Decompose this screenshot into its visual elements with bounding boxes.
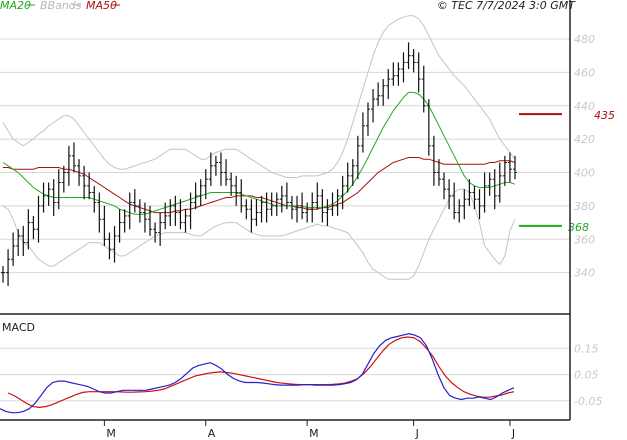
source-credit: © TEC 7/7/2024 3:0 GMT (437, 0, 576, 12)
price-y-tick: 480 (574, 33, 595, 46)
x-tick-label: A (208, 427, 216, 440)
macd-title: MACD (2, 321, 35, 334)
macd-y-tick: -0.05 (574, 395, 602, 408)
macd-y-tick: 0.05 (574, 369, 599, 382)
x-tick-label: M (309, 427, 319, 440)
chart-background (0, 0, 627, 440)
legend: MA20 BBands MA50 (0, 0, 120, 12)
price-y-tick: 440 (574, 100, 595, 113)
support-label: 368 (568, 221, 589, 234)
price-y-tick: 400 (574, 167, 595, 180)
price-y-tick: 460 (574, 66, 595, 79)
resistance-label: 435 (594, 109, 615, 122)
price-y-tick: 420 (574, 133, 595, 146)
price-y-tick: 360 (574, 233, 595, 246)
x-tick-label: J (415, 427, 419, 440)
price-y-tick: 380 (574, 200, 595, 213)
legend-ma50: MA50 (86, 0, 117, 12)
macd-y-tick: 0.15 (574, 342, 599, 355)
legend-bbands: BBands (40, 0, 82, 12)
legend-ma20: MA20 (0, 0, 31, 12)
x-tick-label: M (106, 427, 116, 440)
price-y-tick: 340 (574, 267, 595, 280)
x-tick-label: J (511, 427, 515, 440)
stock-chart: MA20 BBands MA50 © TEC 7/7/2024 3:0 GMT … (0, 0, 627, 440)
